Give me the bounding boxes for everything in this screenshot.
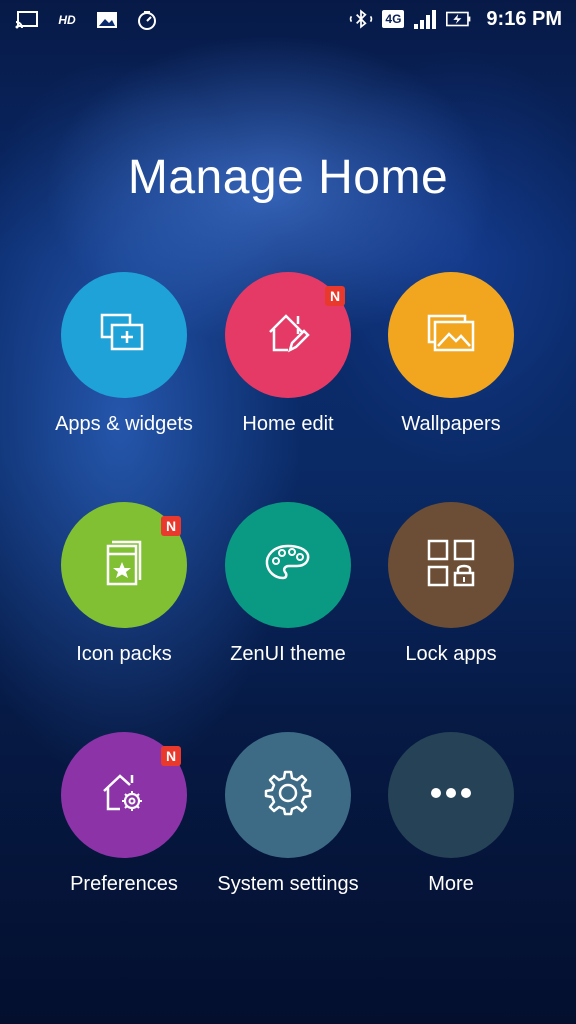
system-settings-circle bbox=[225, 732, 351, 858]
more-icon bbox=[430, 786, 472, 804]
preferences-circle: N bbox=[61, 732, 187, 858]
lock-apps-button[interactable]: Lock apps bbox=[371, 502, 531, 666]
icon-packs-button[interactable]: N Icon packs bbox=[44, 502, 204, 666]
new-badge: N bbox=[161, 516, 181, 536]
timer-icon bbox=[134, 8, 160, 32]
new-badge: N bbox=[325, 286, 345, 306]
bluetooth-icon bbox=[348, 7, 374, 31]
home-edit-label: Home edit bbox=[242, 413, 334, 435]
wallpapers-circle bbox=[388, 272, 514, 398]
hd-icon: HD bbox=[58, 13, 76, 27]
zenui-theme-label: ZenUI theme bbox=[230, 643, 346, 665]
status-bar: HD 4G 9:16 PM bbox=[0, 0, 576, 40]
system-settings-label: System settings bbox=[217, 873, 359, 895]
new-badge: N bbox=[161, 746, 181, 766]
lock-apps-circle bbox=[388, 502, 514, 628]
apps-widgets-button[interactable]: Apps & widgets bbox=[44, 272, 204, 436]
wallpapers-icon bbox=[425, 312, 477, 359]
battery-charging-icon bbox=[446, 7, 472, 31]
home-edit-circle: N bbox=[225, 272, 351, 398]
cast-icon bbox=[14, 8, 40, 32]
clock: 9:16 PM bbox=[486, 7, 562, 30]
apps-widgets-icon bbox=[98, 311, 150, 360]
system-settings-button[interactable]: System settings bbox=[208, 732, 368, 896]
preferences-label: Preferences bbox=[70, 873, 178, 895]
zenui-theme-circle bbox=[225, 502, 351, 628]
home-edit-icon bbox=[264, 310, 312, 361]
gear-icon bbox=[264, 769, 312, 822]
wallpapers-label: Wallpapers bbox=[401, 413, 501, 435]
lock-apps-label: Lock apps bbox=[405, 643, 497, 665]
icon-packs-icon bbox=[102, 538, 146, 593]
icon-packs-circle: N bbox=[61, 502, 187, 628]
home-edit-button[interactable]: N Home edit bbox=[208, 272, 368, 436]
icon-packs-label: Icon packs bbox=[76, 643, 172, 665]
apps-widgets-label: Apps & widgets bbox=[55, 413, 193, 435]
palette-icon bbox=[263, 542, 313, 589]
preferences-icon bbox=[100, 771, 148, 820]
signal-icon bbox=[412, 7, 438, 31]
apps-widgets-circle bbox=[61, 272, 187, 398]
zenui-theme-button[interactable]: ZenUI theme bbox=[208, 502, 368, 666]
page-title: Manage Home bbox=[127, 151, 449, 204]
more-label: More bbox=[428, 873, 474, 895]
more-circle bbox=[388, 732, 514, 858]
more-button[interactable]: More bbox=[371, 732, 531, 896]
lock-apps-icon bbox=[426, 538, 476, 593]
wallpapers-button[interactable]: Wallpapers bbox=[371, 272, 531, 436]
gallery-icon bbox=[94, 8, 120, 32]
preferences-button[interactable]: N Preferences bbox=[44, 732, 204, 896]
network-type-badge: 4G bbox=[382, 10, 405, 28]
